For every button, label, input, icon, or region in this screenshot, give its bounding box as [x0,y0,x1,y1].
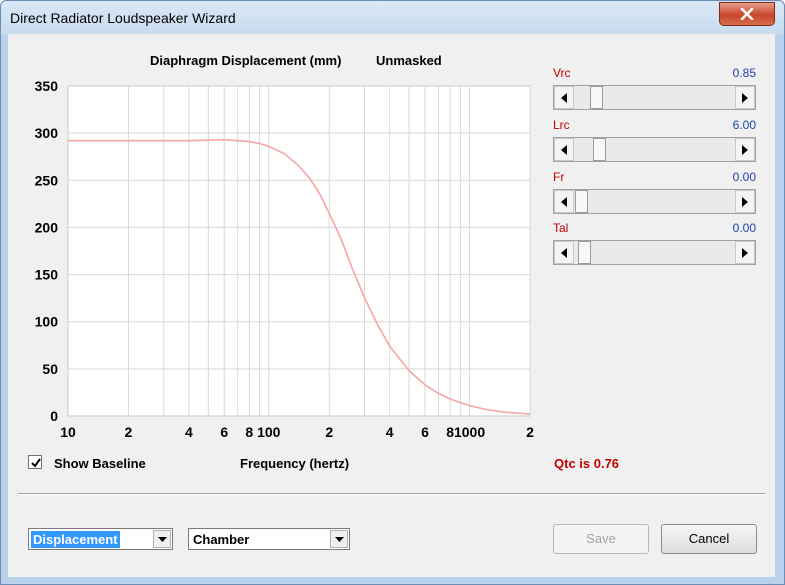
cancel-button[interactable]: Cancel [661,524,757,554]
enclosure-select-value: Chamber [193,532,250,547]
chevron-down-icon [335,537,344,542]
window-title: Direct Radiator Loudspeaker Wizard [10,10,236,26]
scroll-left-button[interactable] [554,86,574,109]
arrow-right-icon [742,145,748,155]
arrow-left-icon [561,248,567,258]
title-bar[interactable]: Direct Radiator Loudspeaker Wizard [1,1,784,35]
scroll-right-button[interactable] [735,138,755,161]
slider-thumb[interactable] [575,190,588,213]
slider-tal[interactable] [553,240,756,265]
slider-label-vrc: Vrc [553,66,571,80]
scroll-left-button[interactable] [554,190,574,213]
enclosure-select-dropdown[interactable] [330,530,348,548]
slider-label-tal: Tal [553,221,569,235]
slider-fr[interactable] [553,189,756,214]
close-icon [740,8,754,20]
scroll-left-button[interactable] [554,138,574,161]
slider-label-fr: Fr [553,170,565,184]
arrow-left-icon [561,197,567,207]
slider-lrc[interactable] [553,137,756,162]
show-baseline-label[interactable]: Show Baseline [54,456,146,471]
arrow-left-icon [561,145,567,155]
scroll-left-button[interactable] [554,241,574,264]
slider-value-fr: 0.00 [732,170,756,184]
divider [18,493,765,495]
mask-state-label: Unmasked [376,53,442,68]
arrow-right-icon [742,93,748,103]
arrow-right-icon [742,197,748,207]
arrow-right-icon [742,248,748,258]
enclosure-select[interactable]: Chamber [188,528,350,550]
slider-value-vrc: 0.85 [732,66,756,80]
chart-title: Diaphragm Displacement (mm) [150,53,342,68]
close-button[interactable] [719,2,775,26]
slider-value-lrc: 6.00 [732,118,756,132]
slider-vrc[interactable] [553,85,756,110]
mode-select-value: Displacement [31,531,120,548]
scroll-right-button[interactable] [735,241,755,264]
qtc-readout: Qtc is 0.76 [554,456,620,471]
scroll-right-button[interactable] [735,86,755,109]
slider-thumb[interactable] [592,138,606,161]
scroll-right-button[interactable] [735,190,755,213]
chevron-down-icon [158,537,167,542]
save-button[interactable]: Save [553,524,649,554]
checkmark-icon [31,458,41,468]
show-baseline-checkbox[interactable] [28,455,42,469]
mode-select[interactable]: Displacement [28,528,173,550]
slider-value-tal: 0.00 [732,221,756,235]
mode-select-dropdown[interactable] [153,530,171,548]
arrow-left-icon [561,93,567,103]
slider-thumb[interactable] [589,86,603,109]
slider-thumb[interactable] [577,241,591,264]
slider-label-lrc: Lrc [553,118,570,132]
x-axis-label: Frequency (hertz) [240,456,350,471]
dialog-client-area [8,34,775,577]
